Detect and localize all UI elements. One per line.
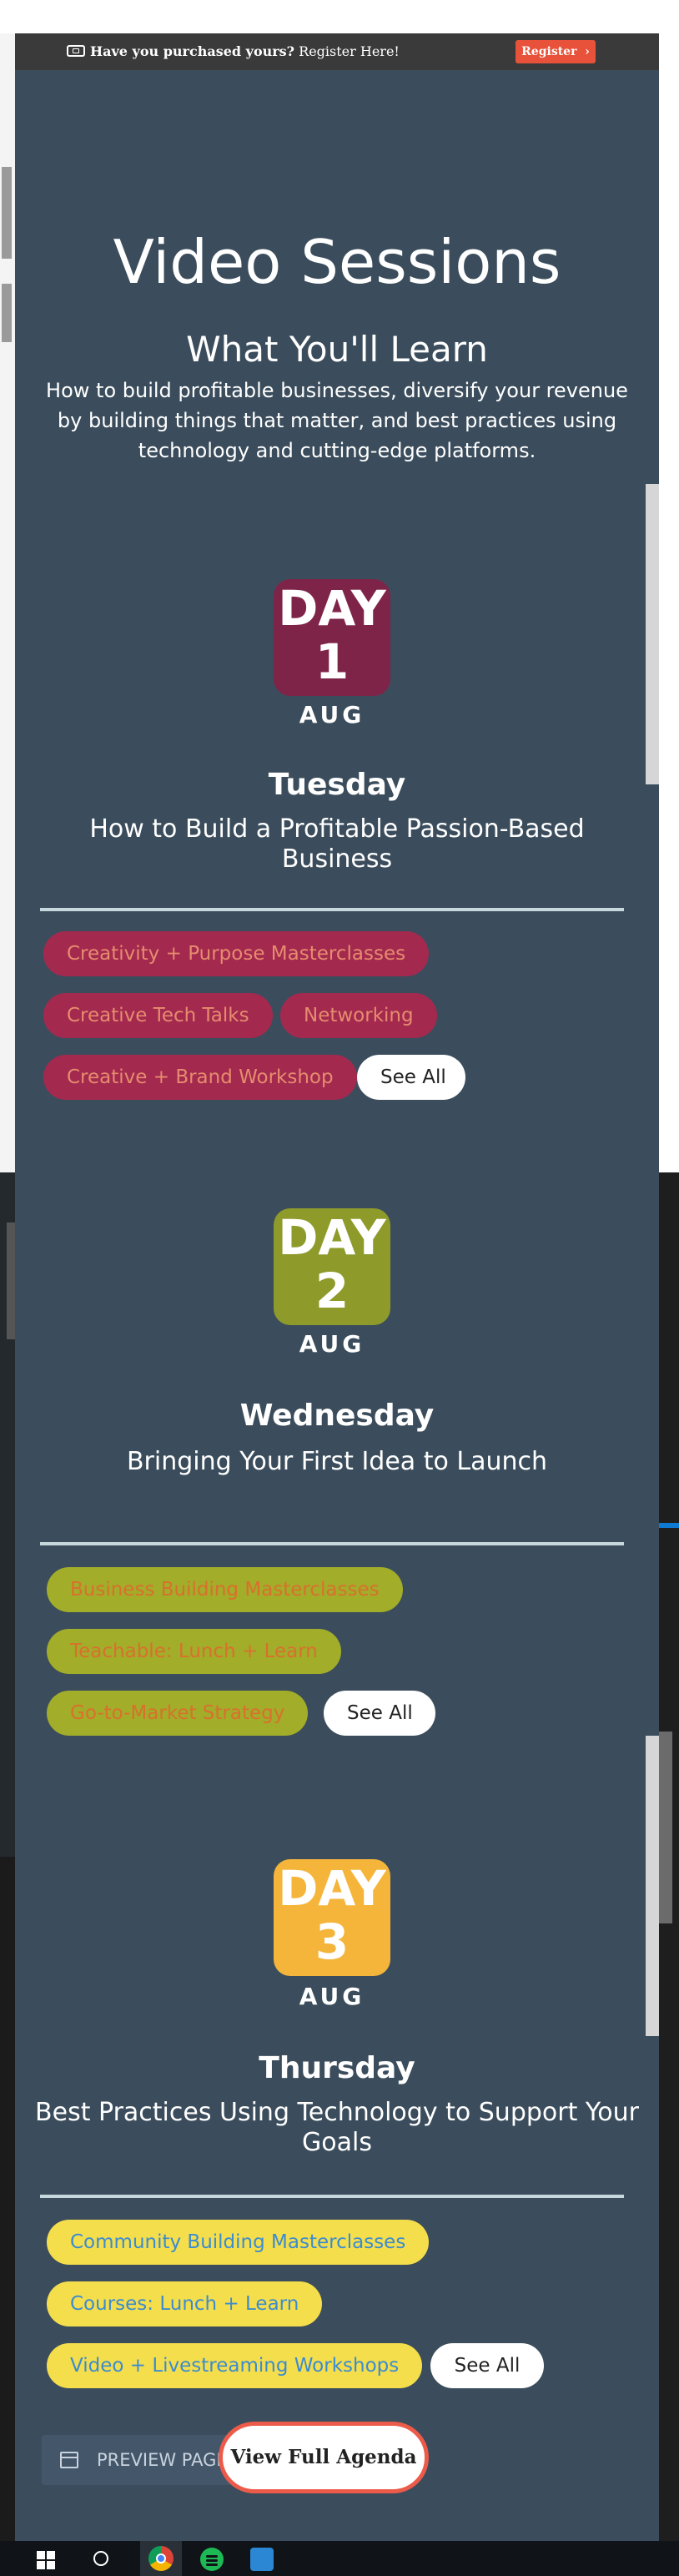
day-badge: DAY 3 bbox=[274, 1859, 390, 1976]
session-tag[interactable]: Video + Livestreaming Workshops bbox=[47, 2343, 423, 2388]
session-tag[interactable]: Courses: Lunch + Learn bbox=[47, 2281, 323, 2326]
view-full-agenda-button[interactable]: View Full Agenda bbox=[219, 2422, 429, 2493]
day-section-3: DAY 3 AUG Thursday Best Practices Using … bbox=[15, 33, 659, 2388]
day-month: AUG bbox=[299, 1330, 365, 1358]
session-tag[interactable]: Creativity + Purpose Masterclasses bbox=[43, 931, 430, 976]
session-tag[interactable]: Creative + Brand Workshop bbox=[43, 1055, 357, 1100]
day-tagline: Bringing Your First Idea to Launch bbox=[126, 1447, 548, 1476]
background-editor-accent bbox=[659, 1523, 679, 1528]
spotify-icon[interactable] bbox=[200, 2548, 224, 2571]
chrome-icon[interactable] bbox=[148, 2546, 174, 2571]
background-editor-right bbox=[659, 1172, 679, 2541]
calendar-icon bbox=[60, 2452, 78, 2468]
taskbar bbox=[0, 2541, 679, 2576]
divider bbox=[40, 908, 624, 911]
see-all-button[interactable]: See All bbox=[430, 2343, 544, 2388]
see-all-button[interactable]: See All bbox=[324, 1691, 435, 1736]
background-scrollbar-thumb bbox=[2, 284, 12, 342]
divider bbox=[40, 2195, 624, 2198]
day-month: AUG bbox=[299, 1983, 365, 2010]
session-tag[interactable]: Networking bbox=[280, 993, 437, 1038]
background-window-left-strip bbox=[0, 33, 16, 1172]
day-month: AUG bbox=[299, 701, 365, 728]
page-scrollbar-thumb[interactable] bbox=[646, 1736, 659, 2036]
divider bbox=[40, 1542, 624, 1545]
background-window-right bbox=[659, 0, 679, 1172]
session-tag[interactable]: Business Building Masterclasses bbox=[47, 1567, 403, 1612]
windows-start-icon[interactable] bbox=[37, 2551, 55, 2569]
day-tagline: Best Practices Using Technology to Suppo… bbox=[35, 2098, 639, 2157]
session-tag[interactable]: Go-to-Market Strategy bbox=[47, 1691, 309, 1736]
search-icon[interactable] bbox=[93, 2551, 108, 2566]
session-tag[interactable]: Community Building Masterclasses bbox=[47, 2220, 430, 2265]
preview-page-button[interactable]: PREVIEW PAGE bbox=[42, 2435, 242, 2485]
day-tagline: How to Build a Profitable Passion-Based … bbox=[89, 814, 585, 874]
video-sessions-page: Have you purchased yours? Register Here!… bbox=[15, 33, 659, 2541]
app-icon[interactable] bbox=[250, 2548, 274, 2571]
background-scrollbar-thumb bbox=[2, 167, 12, 259]
see-all-button[interactable]: See All bbox=[357, 1055, 465, 1100]
session-tag[interactable]: Teachable: Lunch + Learn bbox=[47, 1629, 341, 1674]
session-tag[interactable]: Creative Tech Talks bbox=[43, 993, 273, 1038]
day-badge: DAY 2 bbox=[274, 1208, 390, 1325]
day-weekday: Tuesday bbox=[268, 768, 406, 802]
day-weekday: Wednesday bbox=[239, 1399, 435, 1433]
day-weekday: Thursday bbox=[259, 2051, 415, 2085]
background-editor-scrollbar bbox=[659, 1732, 672, 1923]
